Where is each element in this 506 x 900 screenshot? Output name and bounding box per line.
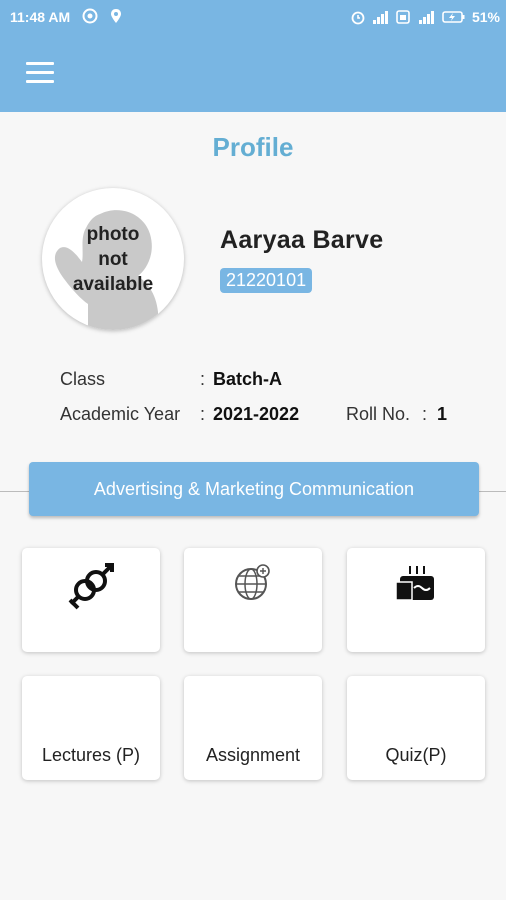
assignment-label: Assignment [205, 745, 301, 765]
location-pin-icon [111, 9, 121, 23]
signal-icon [372, 11, 388, 24]
lectures-label: Lectures (P) [41, 745, 141, 765]
cake-card[interactable] [347, 548, 485, 652]
page-title: Profile [212, 132, 294, 162]
assignment-card[interactable]: Assignment [184, 676, 322, 780]
avatar-placeholder-text: photo not available [72, 224, 154, 295]
roll-no-colon: : [422, 404, 428, 424]
quiz-label: Quiz(P) [385, 745, 447, 765]
signal-4g-icon [418, 11, 434, 24]
status-bar: 11:48 AM 51% [0, 0, 506, 34]
target-icon [82, 8, 98, 24]
gender-card[interactable] [22, 548, 160, 652]
academic-year-colon: : [200, 404, 206, 424]
globe-card[interactable] [184, 548, 322, 652]
student-id-badge: 21220101 [220, 268, 313, 293]
battery-charging-icon [442, 11, 465, 23]
sim-icon [396, 10, 410, 24]
hamburger-menu-icon[interactable] [26, 62, 54, 84]
academic-year-label: Academic Year [60, 404, 181, 424]
student-name: Aaryaa Barve [220, 226, 384, 254]
gender-symbol-icon [68, 563, 114, 610]
globe-icon [235, 564, 270, 600]
alarm-icon [351, 11, 365, 25]
class-colon: : [200, 369, 206, 389]
academic-year-value: 2021-2022 [213, 404, 300, 424]
battery-percent: 51% [471, 9, 500, 25]
subject-button[interactable]: Advertising & Marketing Communication [29, 462, 479, 516]
avatar: photo not available [42, 188, 184, 330]
app-bar [0, 34, 506, 112]
class-value: Batch-A [213, 369, 283, 389]
quiz-card[interactable]: Quiz(P) [347, 676, 485, 780]
status-right-icons: 51% [350, 9, 500, 25]
class-label: Class [60, 369, 106, 389]
lectures-card[interactable]: Lectures (P) [22, 676, 160, 780]
status-time: 11:48 AM [10, 9, 71, 25]
roll-no-value: 1 [437, 404, 448, 424]
roll-no-label: Roll No. [346, 404, 411, 424]
birthday-cake-icon [395, 566, 434, 601]
